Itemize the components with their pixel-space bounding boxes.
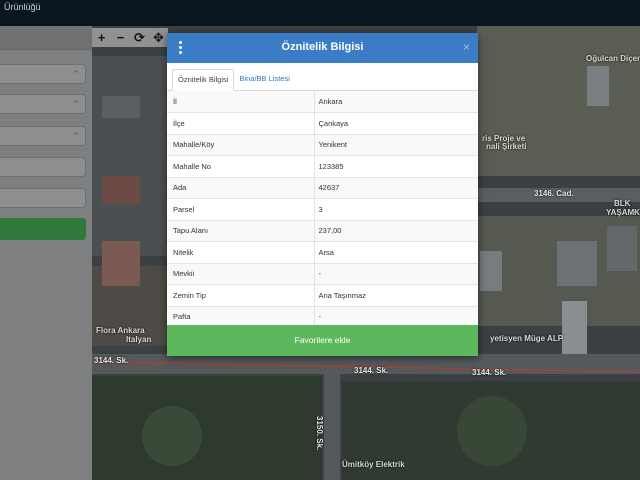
parcel-input[interactable] — [0, 188, 86, 208]
street-label: 3146. Cad. — [534, 189, 574, 198]
map-label: yetisyen Müge ALP — [490, 334, 564, 343]
attribute-value: Ankara — [313, 91, 478, 113]
attribute-label: Mahalle No — [167, 155, 314, 178]
attribute-value: Yenikent — [313, 134, 478, 156]
add-to-favorites-button[interactable]: Favorilere ekle — [167, 325, 478, 356]
attribute-label: Zemin Tip — [167, 284, 314, 307]
street-label: 3144. Sk. — [94, 356, 129, 365]
map-toolbar: + − ⟳ ✥ — [92, 28, 168, 47]
attribute-value: 123385 — [313, 155, 478, 178]
table-row: Parsel 3 — [167, 198, 478, 221]
dialog-tabs: Öznitelik Bilgisi Bina/BB Listesi — [167, 63, 478, 91]
table-row: Tapu Alanı 237,00 — [167, 220, 478, 242]
attribute-label: İlçe — [167, 112, 314, 135]
zoom-out-button[interactable]: − — [111, 28, 130, 47]
street-label: 3150. Sk. — [315, 416, 324, 451]
attribute-label: Tapu Alanı — [167, 220, 314, 242]
zoom-in-button[interactable]: + — [92, 28, 111, 47]
attribute-table: İl Ankara İlçe Çankaya Mahalle/Köy Yenikent Ma… — [167, 91, 478, 328]
table-row: Mevkii - — [167, 263, 478, 285]
close-button[interactable]: × — [463, 40, 470, 54]
attribute-value: Çankaya — [313, 112, 478, 135]
map-label: Flora Ankara — [96, 326, 145, 335]
tab-attribute-info[interactable]: Öznitelik Bilgisi — [172, 69, 235, 91]
dialog-title: Öznitelik Bilgisi — [281, 41, 364, 53]
attribute-info-dialog: Öznitelik Bilgisi × Öznitelik Bilgisi Bi… — [167, 33, 478, 356]
left-panel-header — [0, 26, 92, 50]
attribute-label: Mahalle/Köy — [167, 134, 314, 156]
map-label: Italyan — [126, 335, 152, 344]
district-select[interactable]: ⌃ — [0, 94, 86, 114]
attribute-label: Ada — [167, 177, 314, 199]
attribute-value: Arsa — [313, 241, 478, 264]
chevron-down-icon: ⌃ — [72, 131, 80, 141]
tab-building-list[interactable]: Bina/BB Listesi — [234, 69, 294, 90]
map-label: BLK — [614, 199, 631, 208]
map-label: nali Şirketi — [486, 142, 527, 151]
table-row: Ada 42637 — [167, 177, 478, 199]
map-label: YAŞAMK — [606, 208, 640, 217]
attribute-value: - — [313, 263, 478, 285]
attribute-label: İl — [167, 91, 314, 113]
map-label: Oğulcan Diçen — [586, 54, 640, 63]
query-button[interactable] — [0, 218, 86, 240]
dialog-header: Öznitelik Bilgisi × — [167, 33, 478, 63]
province-select[interactable]: ⌃ — [0, 64, 86, 84]
attribute-value: Ana Taşınmaz — [313, 284, 478, 307]
refresh-button[interactable]: ⟳ — [130, 28, 149, 47]
table-row: İlçe Çankaya — [167, 112, 478, 135]
attribute-label: Nitelik — [167, 241, 314, 264]
block-input[interactable] — [0, 157, 86, 177]
street-label: 3144. Sk. — [472, 368, 507, 377]
table-row: Mahalle No 123385 — [167, 155, 478, 178]
app-title: Ürünlüğü — [4, 2, 41, 12]
attribute-label: Mevkii — [167, 263, 314, 285]
map-label: Ümitköy Elektrik — [342, 460, 405, 469]
attribute-value: 237,00 — [313, 220, 478, 242]
attribute-value: 3 — [313, 198, 478, 221]
chevron-down-icon: ⌃ — [72, 99, 80, 109]
table-row: Mahalle/Köy Yenikent — [167, 134, 478, 156]
attribute-value: 42637 — [313, 177, 478, 199]
top-bar: Ürünlüğü — [0, 0, 640, 26]
neighborhood-select[interactable]: ⌃ — [0, 126, 86, 146]
street-label: 3144. Sk. — [354, 366, 389, 375]
table-row: Zemin Tip Ana Taşınmaz — [167, 284, 478, 307]
attribute-label: Parsel — [167, 198, 314, 221]
pan-button[interactable]: ✥ — [149, 28, 168, 47]
chevron-down-icon: ⌃ — [72, 69, 80, 79]
table-row: Nitelik Arsa — [167, 241, 478, 264]
table-row: İl Ankara — [167, 91, 478, 113]
left-panel: ⌃ ⌃ ⌃ — [0, 26, 92, 480]
